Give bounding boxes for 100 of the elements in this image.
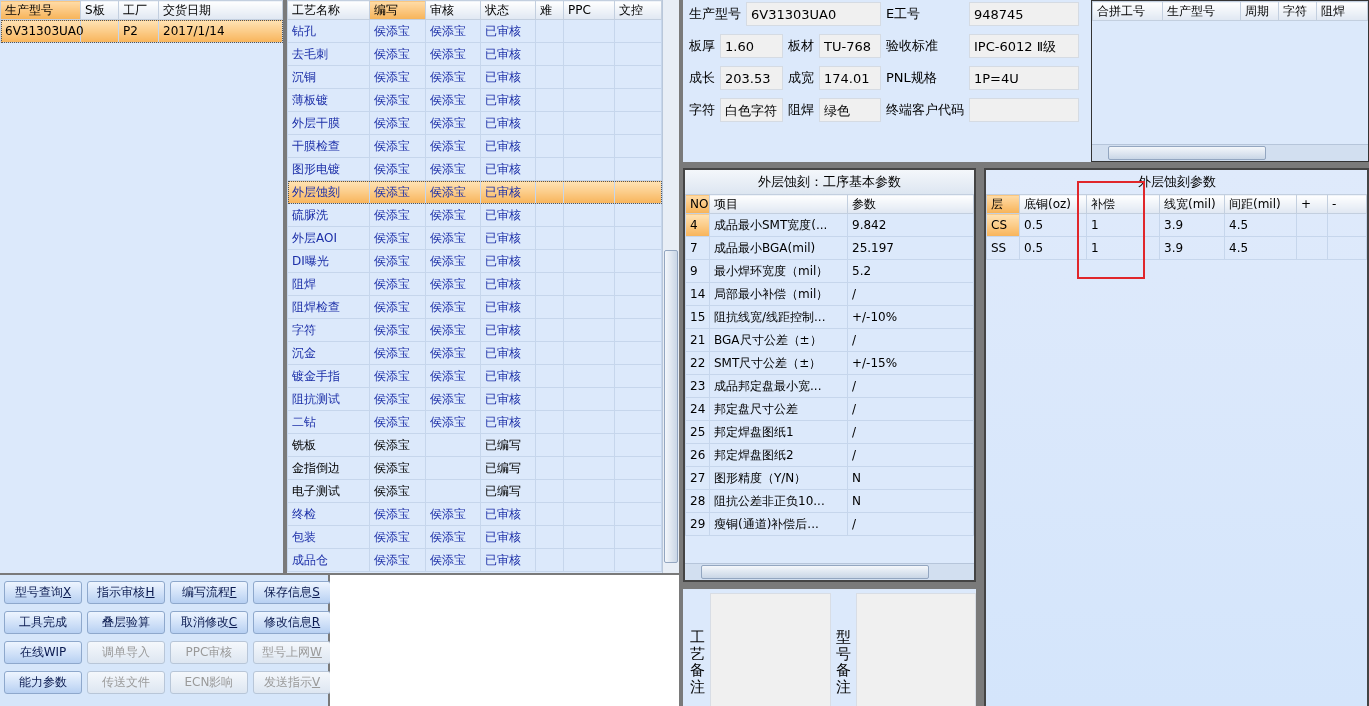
text-field[interactable]: 948745: [969, 2, 1079, 26]
column-header[interactable]: 周期: [1240, 1, 1279, 21]
text-field[interactable]: [969, 98, 1079, 122]
table-cell: 7: [685, 236, 710, 260]
table-row[interactable]: 终检 侯添宝 侯添宝 已审核: [287, 502, 662, 526]
table-cell: 侯添宝: [425, 42, 481, 66]
action-button[interactable]: 指示审核H: [87, 581, 165, 604]
text-field[interactable]: 绿色: [819, 98, 881, 122]
table-row[interactable]: 24 邦定盘尺寸公差 /: [685, 397, 974, 421]
action-button[interactable]: 叠层验算: [87, 611, 165, 634]
text-field[interactable]: 白色字符: [720, 98, 783, 122]
table-row[interactable]: 铣板 侯添宝 已编写: [287, 433, 662, 457]
column-header[interactable]: NO: [685, 194, 710, 214]
table-row[interactable]: 阻焊 侯添宝 侯添宝 已审核: [287, 272, 662, 296]
table-row[interactable]: 包装 侯添宝 侯添宝 已审核: [287, 525, 662, 549]
column-header[interactable]: 状态: [480, 0, 536, 20]
table-row[interactable]: 干膜检查 侯添宝 侯添宝 已审核: [287, 134, 662, 158]
horizontal-scrollbar[interactable]: [1092, 144, 1368, 161]
table-row[interactable]: 29 瘦铜(通道)补偿后... /: [685, 512, 974, 536]
table-row[interactable]: 15 阻抗线宽/线距控制... +/-10%: [685, 305, 974, 329]
table-row[interactable]: 外层AOI 侯添宝 侯添宝 已审核: [287, 226, 662, 250]
horizontal-scrollbar[interactable]: [685, 563, 974, 580]
column-header[interactable]: 合拼工号: [1092, 1, 1163, 21]
column-header[interactable]: -: [1327, 194, 1367, 214]
table-row[interactable]: SS 0.5 1 3.9 4.5: [986, 236, 1367, 260]
text-field[interactable]: 174.01: [819, 66, 881, 90]
table-row[interactable]: 外层蚀刻 侯添宝 侯添宝 已审核: [287, 180, 662, 204]
table-row[interactable]: 金指倒边 侯添宝 已编写: [287, 456, 662, 480]
table-row[interactable]: 钻孔 侯添宝 侯添宝 已审核: [287, 19, 662, 43]
table-row[interactable]: 沉金 侯添宝 侯添宝 已审核: [287, 341, 662, 365]
action-button[interactable]: 在线WIP: [4, 641, 82, 664]
column-header[interactable]: 文控: [614, 0, 662, 20]
column-header[interactable]: PPC: [563, 0, 615, 20]
table-row[interactable]: 硫脲洗 侯添宝 侯添宝 已审核: [287, 203, 662, 227]
table-row[interactable]: 4 成品最小SMT宽度(... 9.842: [685, 213, 974, 237]
text-field[interactable]: 1P=4U: [969, 66, 1079, 90]
table-cell: 侯添宝: [369, 456, 426, 480]
table-row[interactable]: 14 局部最小补偿（mil） /: [685, 282, 974, 306]
column-header[interactable]: 难: [535, 0, 564, 20]
column-header[interactable]: S板: [80, 0, 119, 20]
table-row[interactable]: CS 0.5 1 3.9 4.5: [986, 213, 1367, 237]
column-header[interactable]: 项目: [709, 194, 848, 214]
column-header[interactable]: 审核: [425, 0, 481, 20]
text-field[interactable]: 203.53: [720, 66, 783, 90]
notes-field[interactable]: [710, 593, 831, 706]
table-row[interactable]: 9 最小焊环宽度（mil） 5.2: [685, 259, 974, 283]
column-header[interactable]: 阻焊: [1316, 1, 1368, 21]
table-row[interactable]: 电子测试 侯添宝 已编写: [287, 479, 662, 503]
table-row[interactable]: 去毛刺 侯添宝 侯添宝 已审核: [287, 42, 662, 66]
column-header[interactable]: 底铜(oz): [1019, 194, 1087, 214]
notes-field[interactable]: [855, 593, 976, 706]
text-field[interactable]: IPC-6012 Ⅱ级: [969, 34, 1079, 58]
column-header[interactable]: 交货日期: [158, 0, 283, 20]
table-cell: 已审核: [480, 295, 536, 319]
column-header[interactable]: 编写: [369, 0, 426, 20]
action-button[interactable]: 编写流程F: [170, 581, 248, 604]
table-row[interactable]: 薄板镀 侯添宝 侯添宝 已审核: [287, 88, 662, 112]
table-row[interactable]: 27 图形精度（Y/N） N: [685, 466, 974, 490]
table-row[interactable]: 成品仓 侯添宝 侯添宝 已审核: [287, 548, 662, 572]
table-row[interactable]: DI曝光 侯添宝 侯添宝 已审核: [287, 249, 662, 273]
column-header[interactable]: 补偿: [1086, 194, 1160, 214]
action-button[interactable]: 能力参数: [4, 671, 82, 694]
column-header[interactable]: 层: [986, 194, 1020, 214]
action-button[interactable]: 型号查询X: [4, 581, 82, 604]
table-cell: [535, 548, 564, 572]
table-row[interactable]: 字符 侯添宝 侯添宝 已审核: [287, 318, 662, 342]
table-row[interactable]: 阻抗测试 侯添宝 侯添宝 已审核: [287, 387, 662, 411]
table-row[interactable]: 外层干膜 侯添宝 侯添宝 已审核: [287, 111, 662, 135]
column-header[interactable]: +: [1296, 194, 1328, 214]
column-header[interactable]: 工艺名称: [287, 0, 370, 20]
action-button[interactable]: 保存信息S: [253, 581, 331, 604]
table-row[interactable]: 图形电镀 侯添宝 侯添宝 已审核: [287, 157, 662, 181]
vertical-scrollbar[interactable]: [662, 0, 679, 573]
table-row[interactable]: 阻焊检查 侯添宝 侯添宝 已审核: [287, 295, 662, 319]
column-header[interactable]: 工厂: [118, 0, 159, 20]
table-row[interactable]: 26 邦定焊盘图纸2 /: [685, 443, 974, 467]
table-row[interactable]: 沉铜 侯添宝 侯添宝 已审核: [287, 65, 662, 89]
column-header[interactable]: 间距(mil): [1224, 194, 1297, 214]
table-row[interactable]: 镀金手指 侯添宝 侯添宝 已审核: [287, 364, 662, 388]
table-cell: [614, 65, 662, 89]
table-row[interactable]: 22 SMT尺寸公差（±） +/-15%: [685, 351, 974, 375]
column-header[interactable]: 线宽(mil): [1159, 194, 1225, 214]
column-header[interactable]: 字符: [1278, 1, 1317, 21]
column-header[interactable]: 生产型号: [1162, 1, 1241, 21]
table-row[interactable]: 23 成品邦定盘最小宽... /: [685, 374, 974, 398]
table-row[interactable]: 6V31303UA0 P2 2017/1/14: [0, 19, 283, 43]
table-cell: [614, 479, 662, 503]
text-field[interactable]: TU-768: [819, 34, 881, 58]
table-row[interactable]: 25 邦定焊盘图纸1 /: [685, 420, 974, 444]
table-row[interactable]: 二钻 侯添宝 侯添宝 已审核: [287, 410, 662, 434]
text-field[interactable]: 1.60: [720, 34, 783, 58]
column-header[interactable]: 参数: [847, 194, 974, 214]
table-row[interactable]: 28 阻抗公差非正负10... N: [685, 489, 974, 513]
action-button[interactable]: 修改信息R: [253, 611, 331, 634]
action-button[interactable]: 取消修改C: [170, 611, 248, 634]
action-button[interactable]: 工具完成: [4, 611, 82, 634]
table-row[interactable]: 21 BGA尺寸公差（±） /: [685, 328, 974, 352]
text-field[interactable]: 6V31303UA0: [746, 2, 881, 26]
table-row[interactable]: 7 成品最小BGA(mil) 25.197: [685, 236, 974, 260]
column-header[interactable]: 生产型号: [0, 0, 81, 20]
